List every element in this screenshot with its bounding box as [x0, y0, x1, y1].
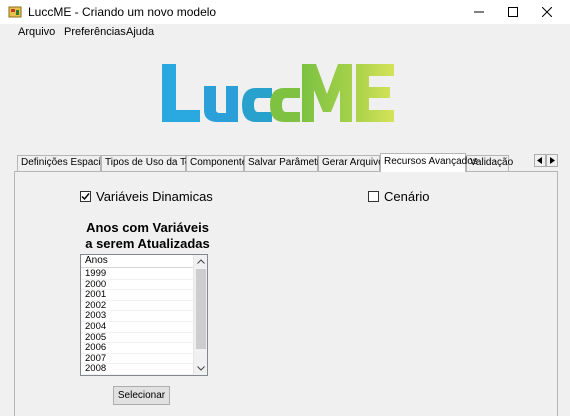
chevron-down-icon	[197, 366, 205, 371]
tab-recursos-avancados[interactable]: Recursos Avançados	[380, 153, 478, 172]
scenario-checkbox-row[interactable]: Cenário	[368, 189, 430, 204]
section-title-line2: a serem Atualizadas	[85, 236, 210, 251]
app-icon[interactable]	[8, 5, 22, 19]
close-button[interactable]	[531, 0, 563, 24]
scroll-down-button[interactable]	[194, 362, 207, 375]
tab-componentes[interactable]: Componentes	[186, 155, 252, 171]
section-title-line1: Anos com Variáveis	[86, 220, 209, 235]
select-button[interactable]: Selecionar	[113, 386, 170, 405]
menu-ajuda[interactable]: Ajuda	[126, 26, 154, 38]
checkmark-icon	[81, 193, 90, 201]
dynamic-vars-checkbox-row[interactable]: Variáveis Dinamicas	[80, 189, 213, 204]
tab-gerar-arquivos[interactable]: Gerar Arquivos	[318, 155, 389, 171]
list-item[interactable]: 2009	[81, 374, 193, 375]
tab-scroll-right[interactable]	[546, 154, 558, 167]
close-icon	[542, 7, 552, 17]
scenario-label: Cenário	[384, 189, 430, 204]
list-rows: 1999 2000 2001 2002 2003 2004 2005 2006 …	[81, 268, 193, 375]
minimize-icon	[474, 11, 484, 13]
luccme-logo	[160, 60, 396, 126]
list-item[interactable]: 1999	[81, 268, 193, 280]
dynamic-vars-label: Variáveis Dinamicas	[96, 189, 213, 204]
tab-strip: Definições Espaciais Tipos de Uso da Ter…	[14, 153, 558, 172]
minimize-button[interactable]	[463, 0, 495, 24]
menu-arquivo[interactable]: Arquivo	[18, 26, 55, 38]
list-column-header[interactable]: Anos	[81, 255, 193, 268]
triangle-left-icon	[537, 157, 542, 164]
scenario-checkbox[interactable]	[368, 191, 379, 202]
maximize-icon	[508, 7, 518, 17]
scroll-up-button[interactable]	[194, 255, 207, 268]
tab-salvar-parametros[interactable]: Salvar Parâmetros	[244, 155, 331, 171]
menu-bar: Arquivo Preferências Ajuda	[0, 24, 570, 42]
tab-scroll-left[interactable]	[534, 154, 546, 167]
maximize-button[interactable]	[497, 0, 529, 24]
section-title: Anos com Variáveis a serem Atualizadas	[85, 220, 210, 252]
list-item[interactable]: 2004	[81, 321, 193, 333]
title-bar: LuccME - Criando um novo modelo	[0, 0, 570, 24]
tab-definicoes-espaciais[interactable]: Definições Espaciais	[17, 155, 113, 171]
menu-preferencias[interactable]: Preferências	[64, 26, 126, 38]
window-title: LuccME - Criando um novo modelo	[28, 5, 217, 19]
years-list[interactable]: Anos 1999 2000 2001 2002 2003 2004 2005 …	[80, 254, 208, 376]
chevron-up-icon	[197, 259, 205, 264]
dynamic-vars-checkbox[interactable]	[80, 191, 91, 202]
triangle-right-icon	[550, 157, 555, 164]
list-scrollbar[interactable]	[193, 255, 207, 375]
tab-tipos-de-uso[interactable]: Tipos de Uso da Terra	[101, 155, 203, 171]
scroll-thumb[interactable]	[196, 269, 206, 349]
